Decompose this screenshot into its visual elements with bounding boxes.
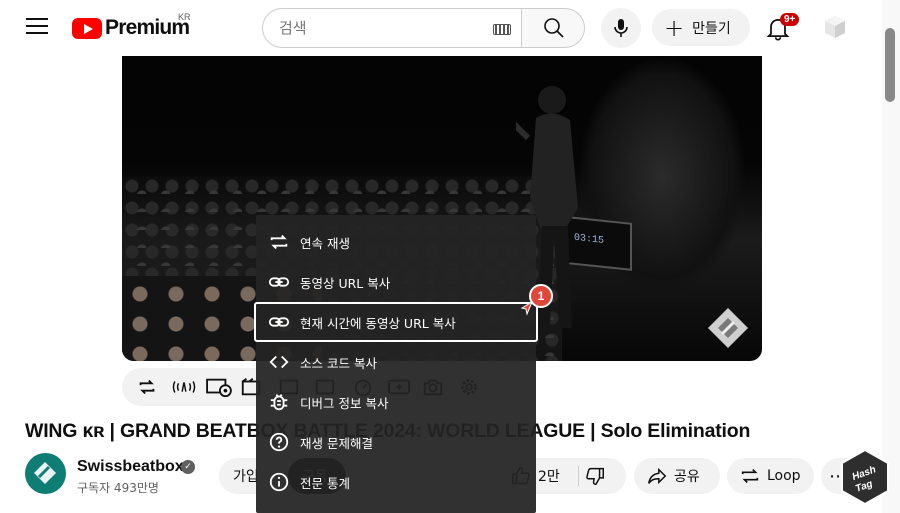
loop-icon bbox=[270, 234, 288, 250]
share-arrow-icon bbox=[648, 467, 667, 485]
menu-item-troubleshoot[interactable]: 재생 문제해결 bbox=[256, 422, 536, 462]
ambient-mode-icon[interactable] bbox=[204, 376, 234, 398]
microphone-icon bbox=[614, 19, 628, 37]
loop-icon bbox=[741, 468, 759, 484]
code-icon bbox=[269, 355, 289, 369]
channel-logo-icon bbox=[34, 462, 56, 484]
channel-name[interactable]: Swissbeatbox bbox=[77, 458, 184, 476]
create-label: 만들기 bbox=[692, 20, 731, 37]
plus-icon: + bbox=[664, 13, 685, 42]
help-icon bbox=[269, 432, 289, 452]
menu-item-loop[interactable]: 연속 재생 bbox=[256, 222, 536, 262]
bug-icon bbox=[270, 394, 288, 411]
menu-item-copy-url-at-time[interactable]: 현재 시간에 동영상 URL 복사 bbox=[254, 302, 538, 342]
like-divider bbox=[578, 466, 579, 486]
info-icon bbox=[269, 472, 289, 492]
account-avatar-icon[interactable] bbox=[822, 14, 848, 40]
subscriber-count: 구독자 493만명 bbox=[77, 481, 159, 495]
search-input[interactable] bbox=[279, 19, 489, 37]
menu-item-copy-debug-info[interactable]: 디버그 정보 복사 bbox=[256, 382, 536, 422]
menu-item-copy-url[interactable]: 동영상 URL 복사 bbox=[256, 262, 536, 302]
search-box bbox=[262, 8, 522, 48]
hashtag-watermark-logo: Hash Tag bbox=[841, 448, 889, 506]
thumbs-down-icon[interactable] bbox=[584, 465, 606, 487]
share-button[interactable]: 공유 bbox=[634, 458, 720, 494]
swissbeatbox-watermark-icon bbox=[708, 308, 748, 348]
notification-count-badge: 9+ bbox=[780, 13, 800, 26]
logo-text: Premium bbox=[105, 16, 190, 39]
step-number-badge: 1 bbox=[529, 284, 553, 308]
loop-icon[interactable] bbox=[136, 376, 158, 398]
stable-volume-icon[interactable] bbox=[170, 376, 198, 398]
youtube-play-icon bbox=[72, 17, 102, 39]
keyboard-icon[interactable] bbox=[493, 24, 511, 35]
create-button[interactable]: + 만들기 bbox=[652, 9, 750, 46]
player-context-menu: 연속 재생 동영상 URL 복사 현재 시간에 동영상 URL 복사 소스 코드… bbox=[254, 215, 538, 513]
like-count[interactable]: 2만 bbox=[538, 466, 560, 486]
link-icon bbox=[268, 317, 290, 327]
search-button[interactable] bbox=[521, 8, 585, 48]
loop-button[interactable]: Loop bbox=[727, 458, 814, 494]
scrollbar-thumb[interactable] bbox=[885, 28, 895, 102]
voice-search-button[interactable] bbox=[601, 8, 641, 48]
menu-item-copy-embed-code[interactable]: 소스 코드 복사 bbox=[256, 342, 536, 382]
menu-item-stats-for-nerds[interactable]: 전문 통계 bbox=[256, 462, 536, 502]
menu-icon[interactable] bbox=[26, 18, 48, 36]
masthead: Premium KR + 만들기 9+ bbox=[0, 0, 900, 56]
youtube-premium-logo[interactable]: Premium KR bbox=[72, 12, 191, 42]
channel-avatar[interactable] bbox=[25, 453, 66, 494]
link-icon bbox=[268, 277, 290, 287]
verified-check-icon: ✓ bbox=[181, 460, 195, 474]
search-icon bbox=[544, 18, 564, 38]
logo-region: KR bbox=[178, 12, 191, 22]
